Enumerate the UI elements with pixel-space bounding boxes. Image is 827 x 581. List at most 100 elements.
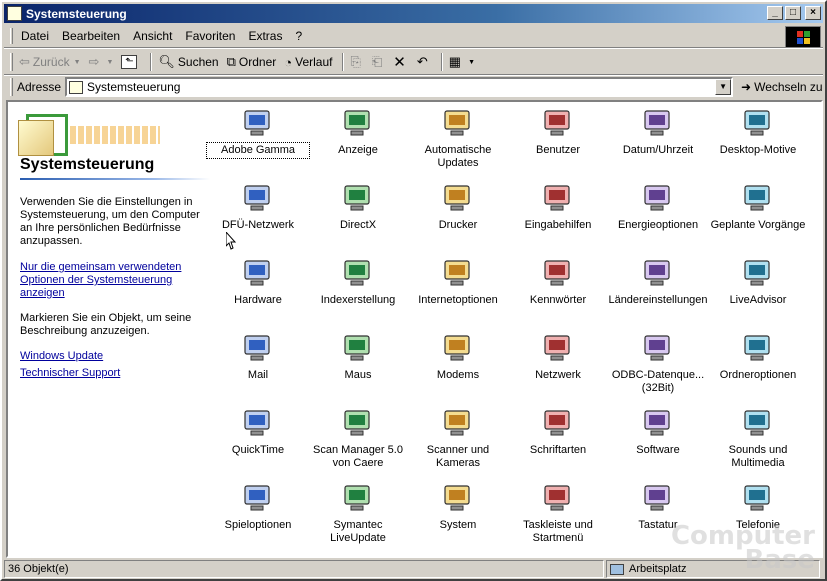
folder-up-icon: ⬑ [121,55,138,69]
address-bar: Adresse Systemsteuerung ▼ ➜ Wechseln zu [4,76,823,98]
desktop-themes-icon [744,110,770,136]
control-panel-item[interactable]: DirectX [308,181,408,232]
info-panel: Systemsteuerung Verwenden Sie die Einste… [8,102,210,556]
maximize-button[interactable]: □ [785,6,801,20]
item-label: Software [636,444,680,456]
menu-extras[interactable]: Extras [248,29,282,43]
control-panel-item[interactable]: Benutzer [508,106,608,157]
item-label: Schriftarten [529,444,587,456]
show-common-options-link[interactable]: Nur die gemeinsam verwendeten Optionen d… [20,261,200,300]
menu-help[interactable]: ? [295,29,302,43]
history-button[interactable]: ◔ Verlauf [284,55,332,70]
menu-grip [10,28,13,44]
address-input[interactable]: Systemsteuerung ▼ [65,77,734,97]
item-label: Taskleiste und Startmenü [523,519,593,544]
copy-to-button[interactable]: ⎗ [372,54,385,70]
control-panel-item[interactable]: Internetoptionen [408,256,508,307]
quicktime-icon [244,410,270,436]
title-bar[interactable]: Systemsteuerung _ □ × [4,4,823,23]
item-label: DirectX [339,219,377,231]
control-panel-item[interactable]: Sounds und Multimedia [708,406,808,470]
back-dropdown-icon[interactable]: ▼ [74,59,81,66]
back-button[interactable]: ⇦ Zurück ▼ [19,54,81,70]
control-panel-item[interactable]: Scanner und Kameras [408,406,508,470]
technical-support-link[interactable]: Technischer Support [20,367,200,380]
item-label: Scan Manager 5.0 von Caere [313,444,403,469]
control-panel-item[interactable]: Adobe Gamma [206,106,310,159]
fonts-icon [544,410,570,436]
address-dropdown-icon[interactable]: ▼ [715,79,732,95]
undo-button[interactable]: ↶ [417,54,431,70]
control-panel-item[interactable]: Drucker [408,181,508,232]
windows-logo [785,26,821,48]
control-panel-item[interactable]: Datum/Uhrzeit [608,106,708,157]
control-panel-icon [69,81,84,94]
move-to-button[interactable]: ⎘ [350,54,363,70]
control-panel-item[interactable]: Hardware [208,256,308,307]
toolbar-separator [440,53,443,71]
menu-datei[interactable]: Datei [21,29,49,43]
control-panel-item[interactable]: System [408,481,508,532]
item-label: Drucker [438,219,478,231]
control-panel-item[interactable]: Indexerstellung [308,256,408,307]
control-panel-item[interactable]: Automatische Updates [408,106,508,170]
item-label: Mail [247,369,269,381]
folders-button[interactable]: ⧉ Ordner [227,54,277,70]
control-panel-item[interactable]: Kennwörter [508,256,608,307]
control-panel-item[interactable]: Scan Manager 5.0 von Caere [308,406,408,470]
control-panel-item[interactable]: DFÜ-Netzwerk [208,181,308,232]
menu-bearbeiten[interactable]: Bearbeiten [62,29,120,43]
control-panel-item[interactable]: Eingabehilfen [508,181,608,232]
content-area: Systemsteuerung Verwenden Sie die Einste… [6,100,823,558]
dialup-folder-icon [244,185,270,211]
toolbar-separator [342,53,345,71]
control-panel-item[interactable]: Symantec LiveUpdate [308,481,408,545]
control-panel-item[interactable]: Energieoptionen [608,181,708,232]
address-grip [10,78,13,96]
close-button[interactable]: × [805,6,821,20]
menu-favoriten[interactable]: Favoriten [185,29,235,43]
control-panel-item[interactable]: Modems [408,331,508,382]
control-panel-item[interactable]: QuickTime [208,406,308,457]
control-panel-item[interactable]: Taskleiste und Startmenü [508,481,608,545]
up-button[interactable]: ⬑ [121,55,140,69]
keys-icon [544,260,570,286]
go-button[interactable]: ➜ Wechseln zu [741,80,823,94]
panel-intro: Verwenden Sie die Einstellungen in Syste… [20,196,200,247]
taskbar-icon [544,485,570,511]
speaker-icon [744,410,770,436]
control-panel-item[interactable]: Ordneroptionen [708,331,808,382]
control-panel-item[interactable]: Spieloptionen [208,481,308,532]
internet-options-icon [444,260,470,286]
control-panel-item[interactable]: Netzwerk [508,331,608,382]
item-label: Desktop-Motive [719,144,797,156]
views-button[interactable]: ▦ ▼ [449,54,475,70]
panel-title: Systemsteuerung [20,156,155,173]
windows-update-link[interactable]: Windows Update [20,350,200,363]
delete-button[interactable]: ✕ [393,53,409,71]
status-count: 36 Objekt(e) [4,560,604,578]
control-panel-item[interactable]: Software [608,406,708,457]
control-panel-item[interactable]: ODBC-Datenque... (32Bit) [608,331,708,395]
control-panel-item[interactable]: Schriftarten [508,406,608,457]
forward-dropdown-icon[interactable]: ▼ [106,59,113,66]
folder-options-icon [744,335,770,361]
search-button[interactable]: 🔍︎ Suchen [158,54,218,70]
control-panel-item[interactable]: Geplante Vorgänge [708,181,808,232]
menu-bar: Datei Bearbeiten Ansicht Favoriten Extra… [4,26,784,46]
minimize-button[interactable]: _ [767,6,783,20]
control-panel-item[interactable]: Maus [308,331,408,382]
control-panel-item[interactable]: Anzeige [308,106,408,157]
control-panel-item[interactable]: Mail [208,331,308,382]
menu-ansicht[interactable]: Ansicht [133,29,172,43]
calendar-clock-icon [644,110,670,136]
forward-button[interactable]: ⇨ ▼ [89,54,114,70]
item-label: Benutzer [535,144,581,156]
views-dropdown-icon[interactable]: ▼ [468,59,475,66]
item-label: Spieloptionen [224,519,292,531]
control-panel-item[interactable]: LiveAdvisor [708,256,808,307]
back-arrow-icon: ⇦ [19,54,30,69]
control-panel-item[interactable]: Desktop-Motive [708,106,808,157]
control-panel-item[interactable]: Ländereinstellungen [608,256,708,307]
item-label: DFÜ-Netzwerk [221,219,295,231]
